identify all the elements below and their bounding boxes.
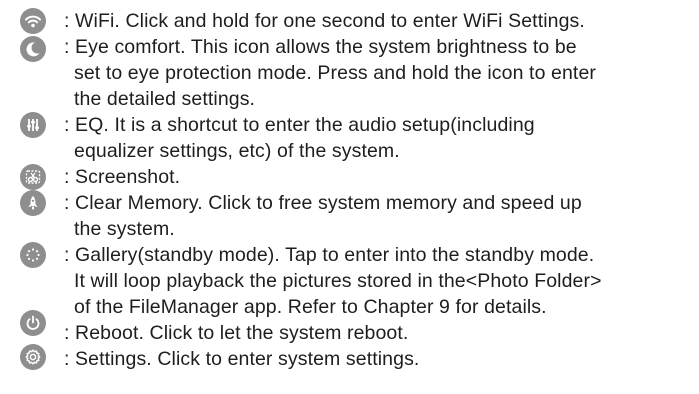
legend-entry-reboot: : Reboot. Click to let the system reboot… [0,310,699,346]
legend-text-line: : Eye comfort. This icon allows the syst… [64,36,577,58]
legend-entry-gallery: : Gallery(standby mode). Tap to enter in… [0,242,699,320]
legend-entry-settings: : Settings. Click to enter system settin… [0,344,699,372]
legend-entry-eye-comfort: : Eye comfort. This icon allows the syst… [0,34,699,112]
eye-comfort-moon-icon [20,36,46,62]
reboot-power-icon [20,310,46,336]
legend-text-line: : Reboot. Click to let the system reboot… [64,322,409,344]
legend-text-line: : WiFi. Click and hold for one second to… [64,10,585,32]
legend-text-line: the detailed settings. [74,88,256,110]
wifi-icon [20,8,46,34]
eq-sliders-icon [20,112,46,138]
legend-text-line: It will loop playback the pictures store… [74,270,602,292]
legend-text-line: : EQ. It is a shortcut to enter the audi… [64,114,535,136]
legend-text-line: : Clear Memory. Click to free system mem… [64,192,582,214]
legend-entry-wifi: : WiFi. Click and hold for one second to… [0,8,699,34]
legend-text-line: set to eye protection mode. Press and ho… [74,62,596,84]
icon-legend-document: : WiFi. Click and hold for one second to… [0,0,699,394]
legend-text-line: of the FileManager app. Refer to Chapter… [74,296,547,318]
legend-text-line: equalizer settings, etc) of the system. [74,140,400,162]
legend-text-line: the system. [74,218,175,240]
gallery-standby-icon [20,242,46,268]
legend-entry-eq: : EQ. It is a shortcut to enter the audi… [0,112,699,164]
clear-memory-rocket-icon [20,190,46,216]
screenshot-scissors-icon [20,164,46,190]
legend-text-line: : Gallery(standby mode). Tap to enter in… [64,244,595,266]
legend-entry-clear-memory: : Clear Memory. Click to free system mem… [0,190,699,242]
settings-gear-icon [20,344,46,370]
legend-entry-screenshot: : Screenshot. [0,164,699,190]
legend-text-line: : Screenshot. [64,166,181,188]
legend-text-line: : Settings. Click to enter system settin… [64,348,420,370]
